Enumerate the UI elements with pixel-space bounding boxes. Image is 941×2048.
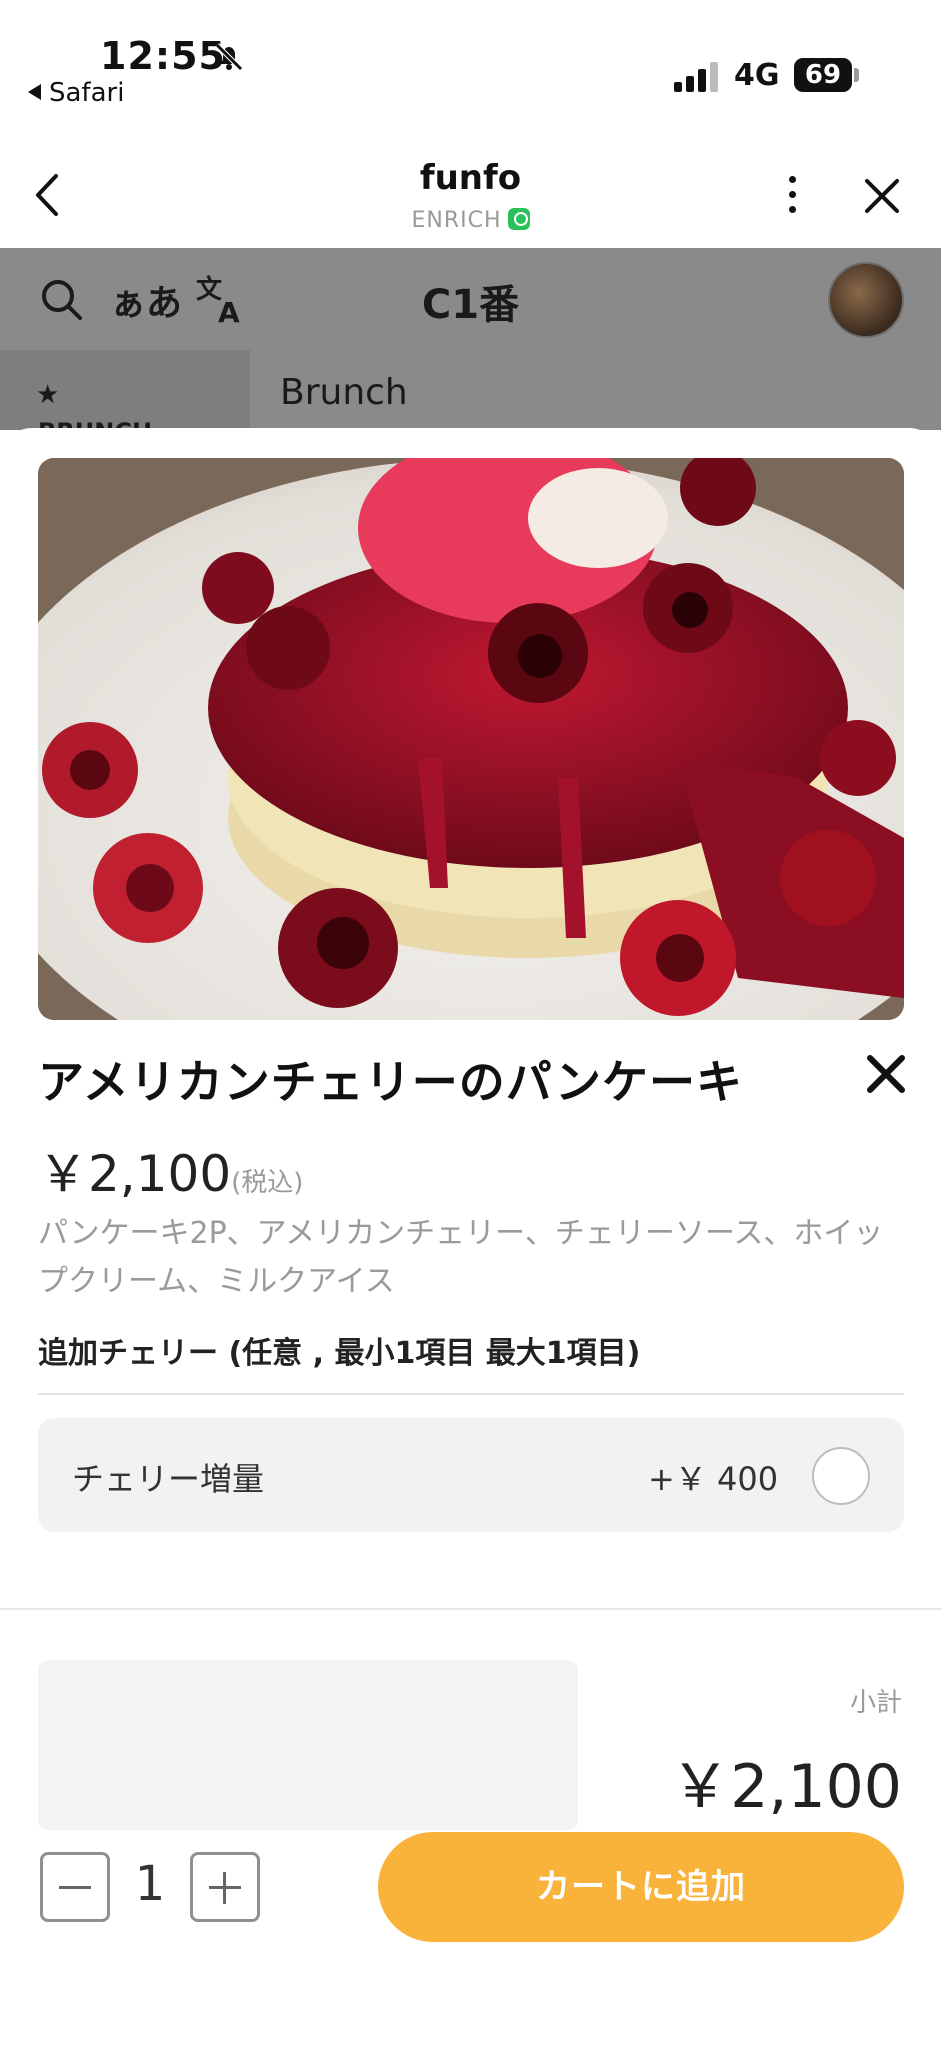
tax-note: (税込): [231, 1168, 304, 1198]
item-description: パンケーキ2P、アメリカンチェリー、チェリーソース、ホイップクリーム、ミルクアイ…: [38, 1216, 884, 1299]
subtotal-value: ￥2,100: [670, 1752, 902, 1822]
more-vertical-icon[interactable]: [782, 176, 802, 222]
quantity-value: 1: [134, 1856, 166, 1912]
option-group-heading: 追加チェリー (任意 , 最小1項目 最大1項目): [38, 1336, 641, 1371]
option-price: +￥ 400: [648, 1460, 779, 1498]
bell-slash-icon: [215, 43, 243, 71]
verified-badge-icon: [507, 208, 530, 230]
category-sidebar-item[interactable]: ★ BRUNCH: [0, 350, 250, 446]
category-title: Brunch: [280, 372, 408, 413]
divider: [0, 1608, 941, 1610]
note-area: [38, 1660, 578, 1830]
divider: [38, 1393, 904, 1395]
status-bar: 12:55 Safari 4G 69: [0, 0, 941, 140]
back-triangle-icon: [28, 84, 41, 100]
item-name: アメリカンチェリーのパンケーキ: [38, 1055, 743, 1109]
item-photo: [38, 458, 904, 1020]
app-header: funfo ENRICH: [0, 140, 941, 248]
pancake-image: [38, 458, 904, 1020]
add-to-cart-button[interactable]: カートに追加: [378, 1832, 904, 1942]
item-detail-sheet: アメリカンチェリーのパンケーキ ￥2,100(税込) パンケーキ2P、アメリカン…: [0, 428, 941, 2048]
item-price-value: ￥2,100: [38, 1145, 232, 1203]
menu-toolbar: ぁあ 文 A C1番: [0, 248, 941, 350]
back-to-safari-link[interactable]: Safari: [28, 78, 124, 108]
table-number: C1番: [421, 282, 520, 328]
status-time: 12:55: [100, 34, 226, 78]
star-icon: ★: [36, 380, 60, 410]
item-price: ￥2,100(税込): [38, 1134, 303, 1206]
option-radio[interactable]: [812, 1447, 870, 1505]
subtotal-label: 小計: [849, 1688, 902, 1718]
battery-nub: [854, 68, 859, 82]
option-row[interactable]: チェリー増量 +￥ 400: [38, 1418, 904, 1532]
page: 12:55 Safari 4G 69 funfo ENRICH ぁあ 文 A C…: [0, 0, 941, 2048]
close-icon[interactable]: [862, 176, 902, 216]
shop-name: ENRICH: [411, 208, 502, 233]
battery-level: 69: [804, 60, 842, 90]
option-label: チェリー増量: [72, 1460, 265, 1498]
quantity-decrease-button[interactable]: [40, 1852, 110, 1922]
category-row: ★ BRUNCH Brunch: [0, 350, 941, 446]
signal-icon: [674, 62, 722, 92]
quantity-increase-button[interactable]: [190, 1852, 260, 1922]
close-x-icon[interactable]: [864, 1052, 908, 1096]
battery-icon: 69: [794, 58, 852, 92]
network-label: 4G: [734, 58, 780, 93]
back-app-label: Safari: [49, 78, 125, 108]
avatar[interactable]: [828, 262, 904, 338]
